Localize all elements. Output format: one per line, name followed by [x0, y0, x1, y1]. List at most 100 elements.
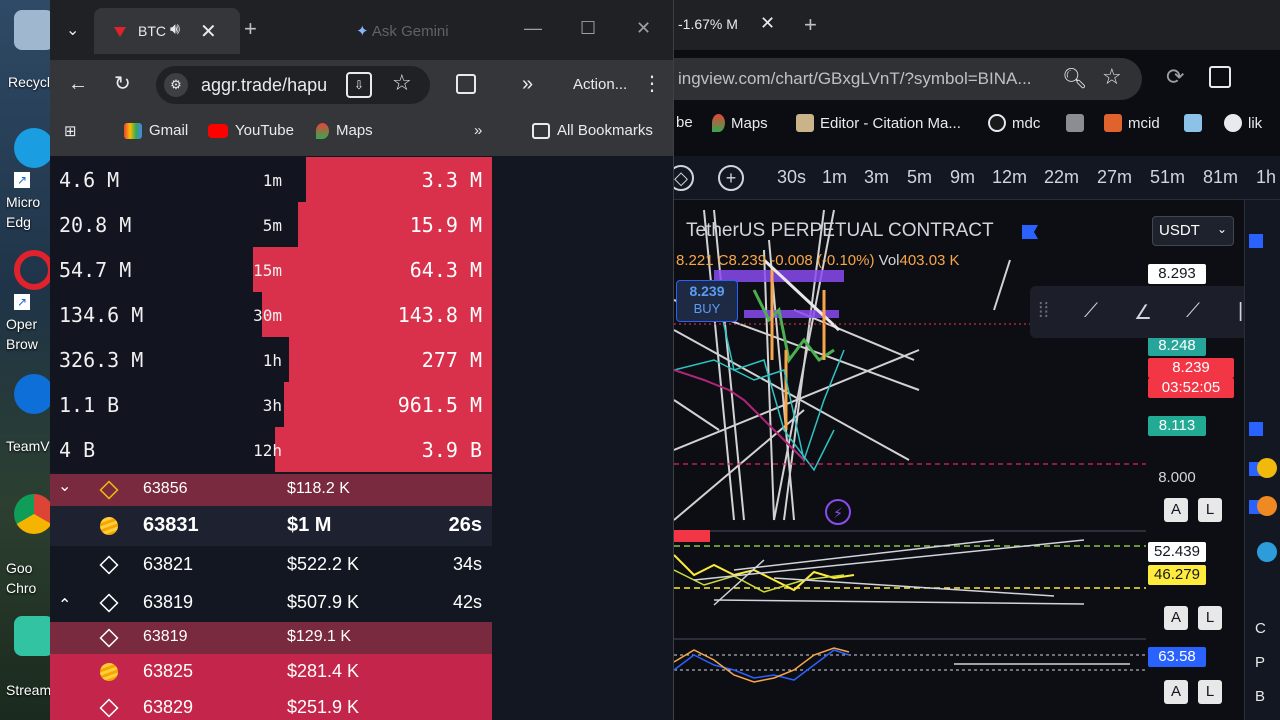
- log-scale-button[interactable]: L: [1198, 498, 1222, 522]
- timeframe-1m[interactable]: 1m: [822, 167, 847, 188]
- auto-scale-button[interactable]: A: [1164, 498, 1188, 522]
- timeframe-27m[interactable]: 27m: [1097, 167, 1132, 188]
- desktop-icon-opera[interactable]: ↗ Oper Brow: [0, 250, 50, 352]
- chevron-down-icon[interactable]: ⌄: [58, 476, 71, 496]
- trade-row[interactable]: 63831 $1 M 26s: [50, 506, 492, 546]
- extensions-icon[interactable]: [1209, 66, 1231, 88]
- timeframe-3m[interactable]: 3m: [864, 167, 889, 188]
- bookmark-unnamed[interactable]: [1066, 114, 1084, 132]
- bookmark-lik[interactable]: lik: [1224, 114, 1262, 132]
- coin-icon[interactable]: [1257, 458, 1277, 478]
- sidebar-flag-icon[interactable]: [1249, 234, 1263, 248]
- chevron-up-icon[interactable]: ⌃: [58, 595, 71, 615]
- reload-icon[interactable]: ↻: [114, 74, 131, 94]
- timeframe-51m[interactable]: 51m: [1150, 167, 1185, 188]
- bookmark-star-icon[interactable]: ☆: [392, 70, 412, 96]
- new-tab-button[interactable]: +: [244, 18, 257, 40]
- bookmark-mcid[interactable]: mcid: [1104, 114, 1160, 132]
- auto-scale-button[interactable]: A: [1164, 680, 1188, 704]
- tab-close-icon[interactable]: ✕: [760, 13, 775, 34]
- desktop-icon-teamviewer[interactable]: TeamV: [0, 374, 50, 464]
- coin-icon[interactable]: [1257, 542, 1277, 562]
- site-info-icon[interactable]: ⚙: [164, 73, 188, 97]
- bookmark-star-icon[interactable]: ☆: [1102, 64, 1122, 90]
- trade-row[interactable]: 63829 $251.9 K: [50, 690, 492, 720]
- desktop-icon-chrome[interactable]: Goo Chro: [0, 494, 50, 596]
- log-scale-button[interactable]: L: [1198, 680, 1222, 704]
- timeframe-5m[interactable]: 5m: [907, 167, 932, 188]
- trade-row[interactable]: 63819 $129.1 K: [50, 622, 492, 654]
- timeframe-22m[interactable]: 22m: [1044, 167, 1079, 188]
- tab-title[interactable]: -1.67% M: [678, 16, 738, 32]
- bookmark-be[interactable]: be: [676, 114, 693, 131]
- install-app-icon[interactable]: ⇩: [346, 72, 372, 98]
- period-label: 1h: [262, 351, 282, 370]
- sidebar-item[interactable]: [1257, 372, 1277, 392]
- trade-price: 63831: [143, 514, 199, 536]
- coin-icon[interactable]: [1257, 496, 1277, 516]
- price-chart[interactable]: ⚡: [674, 200, 1146, 720]
- trade-row[interactable]: ⌃ 63819 $507.9 K 42s: [50, 584, 492, 622]
- ask-gemini-button[interactable]: ✦ Ask Gemini: [356, 22, 449, 40]
- ray-icon[interactable]: ⟋: [1186, 300, 1200, 323]
- bookmark-citation[interactable]: Editor - Citation Ma...: [796, 114, 961, 132]
- desktop-icon-streamlabs[interactable]: Stream: [0, 616, 50, 706]
- trade-row[interactable]: 63821 $522.2 K 34s: [50, 546, 492, 584]
- more-chevron-icon[interactable]: »: [522, 74, 533, 94]
- buy-button[interactable]: 8.239 BUY: [676, 280, 738, 322]
- menu-kebab-icon[interactable]: ⋮: [642, 74, 662, 94]
- desktop-icon-recycle-bin[interactable]: Recycl: [0, 10, 50, 100]
- address-bar[interactable]: ⚙ aggr.trade/hapu ⇩ ☆: [156, 66, 430, 104]
- add-indicator-icon[interactable]: +: [718, 165, 744, 191]
- more-bookmarks-icon[interactable]: »: [474, 122, 482, 139]
- trend-line-icon[interactable]: ⟋: [1084, 300, 1098, 323]
- timeframe-12m[interactable]: 12m: [992, 167, 1027, 188]
- zoom-icon[interactable]: 🔍︎: [1062, 66, 1087, 91]
- action-button[interactable]: Action...: [573, 76, 627, 93]
- bookmark-youtube[interactable]: YouTube: [208, 122, 294, 139]
- back-icon[interactable]: ←: [68, 74, 88, 94]
- sell-volume: 961.5 M: [397, 393, 482, 417]
- bookmark-maps[interactable]: Maps: [712, 114, 768, 132]
- url-text[interactable]: ingview.com/chart/GBxgLVnT/?symbol=BINA.…: [678, 69, 1032, 89]
- address-bar[interactable]: ingview.com/chart/GBxgLVnT/?symbol=BINA.…: [674, 58, 1142, 100]
- speaker-icon[interactable]: 🔊︎: [170, 21, 180, 39]
- currency-select[interactable]: USDT ⌄: [1152, 216, 1234, 246]
- bookmark-mdc[interactable]: mdc: [988, 114, 1040, 132]
- sidebar-flag-icon[interactable]: [1249, 422, 1263, 436]
- tab-close-icon[interactable]: ✕: [200, 19, 217, 44]
- trade-row[interactable]: 63825 $281.4 K: [50, 654, 492, 690]
- url-text[interactable]: aggr.trade/hapu: [201, 75, 331, 96]
- desktop-icon-edge[interactable]: ↗ Micro Edg: [0, 128, 50, 230]
- bookmark-image[interactable]: [1184, 114, 1202, 132]
- tab-search-icon[interactable]: ⌄: [66, 20, 79, 40]
- timeframe-81m[interactable]: 81m: [1203, 167, 1238, 188]
- auto-scale-button[interactable]: A: [1164, 606, 1188, 630]
- bookmark-maps[interactable]: Maps: [316, 122, 373, 139]
- vertical-line-icon[interactable]: |: [1238, 300, 1243, 323]
- timeframe-30s[interactable]: 30s: [777, 167, 806, 188]
- symbol-title[interactable]: TetherUS PERPETUAL CONTRACT: [686, 220, 994, 242]
- maximize-icon[interactable]: ☐: [580, 18, 596, 39]
- period-label: 5m: [262, 216, 282, 235]
- trade-row[interactable]: ⌄ 63856 $118.2 K: [50, 474, 492, 506]
- log-scale-button[interactable]: L: [1198, 606, 1222, 630]
- drag-handle-icon[interactable]: ⁞⁞: [1038, 300, 1049, 323]
- alert-icon[interactable]: ◇: [674, 165, 694, 191]
- extensions-icon[interactable]: [456, 74, 476, 94]
- bookmark-gmail[interactable]: Gmail: [124, 122, 188, 139]
- apps-grid-icon[interactable]: ⊞: [64, 122, 77, 140]
- volume-label: Vol: [878, 252, 900, 269]
- trend-angle-icon[interactable]: ∠: [1134, 300, 1152, 325]
- new-tab-button[interactable]: +: [804, 12, 817, 38]
- timeframe-1h[interactable]: 1h: [1256, 167, 1276, 188]
- opera-icon: [14, 250, 50, 290]
- trade-price: 63819: [143, 628, 188, 645]
- all-bookmarks-button[interactable]: All Bookmarks: [532, 122, 653, 139]
- close-window-icon[interactable]: ✕: [636, 18, 651, 39]
- minimize-icon[interactable]: —: [524, 18, 542, 39]
- trade-amount: $1 M: [287, 514, 332, 536]
- tab-btc[interactable]: BTC 🔊︎ ✕: [94, 8, 240, 54]
- timeframe-9m[interactable]: 9m: [950, 167, 975, 188]
- sync-icon[interactable]: ⟳: [1166, 64, 1184, 90]
